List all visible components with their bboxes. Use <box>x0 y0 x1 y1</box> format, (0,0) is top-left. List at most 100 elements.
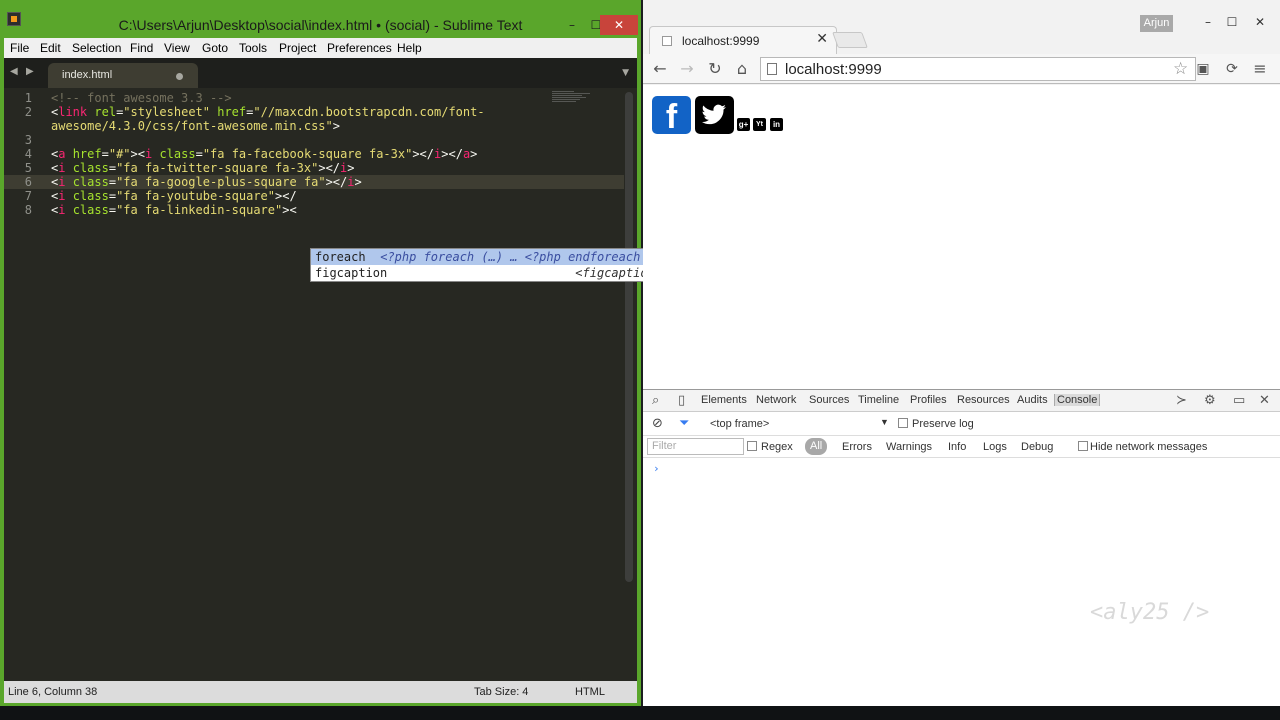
facebook-icon[interactable]: f <box>652 96 691 136</box>
minimap[interactable] <box>552 91 592 111</box>
google-plus-icon[interactable]: g+ <box>737 118 750 131</box>
menu-tools[interactable]: Tools <box>239 41 267 55</box>
regex-checkbox[interactable] <box>747 441 757 451</box>
devtools-tab-elements[interactable]: Elements <box>701 394 747 406</box>
code-token: >< <box>282 203 297 217</box>
console-filter-bar: Filter Regex All Errors Warnings Info Lo… <box>643 436 1280 458</box>
console-drawer-icon[interactable]: ≻ <box>1176 393 1187 408</box>
close-button[interactable]: ✕ <box>1245 15 1275 29</box>
menu-icon[interactable]: ≡ <box>1249 58 1271 80</box>
code-token: > <box>347 161 355 175</box>
menu-project[interactable]: Project <box>279 41 316 55</box>
menu-file[interactable]: File <box>10 41 29 55</box>
tab-overflow-icon[interactable]: ▼ <box>622 68 629 78</box>
devtools-tab-profiles[interactable]: Profiles <box>910 394 947 406</box>
chrome-titlebar[interactable]: localhost:9999 ✕ Arjun – ☐ ✕ <box>643 0 1280 54</box>
frame-dropdown-icon[interactable]: ▼ <box>880 417 889 427</box>
code-token: > <box>354 175 362 189</box>
clear-console-icon[interactable]: ⊘ <box>652 416 663 431</box>
page-info-icon[interactable] <box>767 63 777 75</box>
back-icon[interactable]: ← <box>649 58 671 80</box>
bookmark-star-icon[interactable]: ☆ <box>1173 59 1188 79</box>
dock-side-icon[interactable]: ▭ <box>1233 393 1245 408</box>
menu-edit[interactable]: Edit <box>40 41 61 55</box>
profile-button[interactable]: Arjun <box>1140 15 1173 32</box>
devtools-tab-network[interactable]: Network <box>756 394 796 406</box>
device-mode-icon[interactable]: ▯ <box>678 393 685 408</box>
preserve-log-checkbox[interactable] <box>898 418 908 428</box>
autocomplete-item-selected[interactable]: foreach <?php foreach (…) … <?php endfor… <box>311 249 666 265</box>
level-errors-button[interactable]: Errors <box>842 441 872 453</box>
reload-icon[interactable]: ↻ <box>704 58 726 80</box>
devtools-tab-audits[interactable]: Audits <box>1017 394 1048 406</box>
hide-network-checkbox[interactable] <box>1078 441 1088 451</box>
browser-tab[interactable]: localhost:9999 ✕ <box>649 26 837 54</box>
code-line-8: <i class="fa fa-linkedin-square">< <box>51 203 297 217</box>
devtools-tab-resources[interactable]: Resources <box>957 394 1010 406</box>
devtools-tab-console[interactable]: Console <box>1054 394 1101 406</box>
console-filter-input[interactable]: Filter <box>647 438 744 455</box>
menu-find[interactable]: Find <box>130 41 153 55</box>
editor-scrollbar[interactable] <box>625 92 633 582</box>
code-token: ></ <box>441 147 463 161</box>
level-all-button[interactable]: All <box>805 438 828 455</box>
tab-index-html[interactable]: index.html <box>48 63 198 88</box>
home-icon[interactable]: ⌂ <box>731 58 753 80</box>
line-number: 3 <box>24 133 32 147</box>
level-warnings-button[interactable]: Warnings <box>886 441 932 453</box>
code-token: "fa fa-linkedin-square" <box>116 203 283 217</box>
close-button[interactable]: ✕ <box>600 15 638 35</box>
menu-help[interactable]: Help <box>397 41 422 55</box>
frame-selector[interactable]: <top frame> <box>710 418 769 430</box>
code-token: = <box>108 161 117 175</box>
line-number: 6 <box>24 175 32 189</box>
tab-nav-right-icon[interactable]: ▶ <box>26 66 34 77</box>
unsaved-dot-icon[interactable] <box>176 73 183 80</box>
menu-goto[interactable]: Goto <box>202 41 228 55</box>
devtools-tab-sources[interactable]: Sources <box>809 394 849 406</box>
settings-gear-icon[interactable]: ⚙ <box>1204 393 1216 408</box>
tab-close-icon[interactable]: ✕ <box>816 31 828 47</box>
syntax-selector[interactable]: HTML <box>575 686 605 698</box>
forward-icon[interactable]: → <box>676 58 698 80</box>
code-token: "fa fa-twitter-square fa-3x" <box>116 161 319 175</box>
cursor-position: Line 6, Column 38 <box>8 686 98 698</box>
code-token: href <box>217 105 247 119</box>
level-logs-button[interactable]: Logs <box>983 441 1007 453</box>
level-debug-button[interactable]: Debug <box>1021 441 1053 453</box>
devtools-close-icon[interactable]: ✕ <box>1259 393 1270 408</box>
code-line-6: <i class="fa fa-google-plus-square fa"><… <box>51 175 362 189</box>
tab-nav-left-icon[interactable]: ◀ <box>10 66 18 77</box>
inspect-element-icon[interactable]: ⌕ <box>652 393 659 408</box>
tab-size-selector[interactable]: Tab Size: 4 <box>474 686 528 698</box>
youtube-icon[interactable]: Yt <box>753 118 766 131</box>
autocomplete-item[interactable]: figcaption <figcaption> <box>311 265 666 281</box>
sublime-titlebar[interactable]: C:\Users\Arjun\Desktop\social\index.html… <box>0 0 641 38</box>
twitter-bird-icon <box>702 104 726 125</box>
filter-icon[interactable]: ⏷ <box>679 416 689 431</box>
code-token: "fa fa-youtube-square" <box>116 189 276 203</box>
devtools-tab-timeline[interactable]: Timeline <box>858 394 899 406</box>
level-info-button[interactable]: Info <box>948 441 966 453</box>
menu-preferences[interactable]: Preferences <box>327 41 392 55</box>
page-favicon-icon <box>662 36 672 46</box>
maximize-button[interactable]: ☐ <box>1217 15 1247 29</box>
console-prompt[interactable]: › <box>653 462 660 475</box>
cast-icon[interactable]: ▣ <box>1192 58 1214 80</box>
code-editor[interactable]: 1 2 3 4 5 6 7 8 <!-- font awesome 3.3 --… <box>4 88 667 651</box>
chrome-window: localhost:9999 ✕ Arjun – ☐ ✕ ← → ↻ ⌂ loc… <box>643 0 1280 706</box>
menu-selection[interactable]: Selection <box>72 41 121 55</box>
linkedin-icon[interactable]: in <box>770 118 783 131</box>
menu-view[interactable]: View <box>164 41 190 55</box>
extension-icon[interactable]: ⟳ <box>1221 58 1243 80</box>
editor-frame: ◀ ▶ index.html ▼ 1 2 3 4 5 6 7 8 <!-- fo… <box>4 58 667 681</box>
code-token: rel <box>94 105 117 119</box>
new-tab-button[interactable] <box>832 32 868 48</box>
code-token: <!-- font awesome 3.3 --> <box>51 91 232 105</box>
line-number: 1 <box>24 91 32 105</box>
address-bar[interactable]: localhost:9999 ☆ <box>760 57 1196 81</box>
browser-toolbar: ← → ↻ ⌂ localhost:9999 ☆ ▣ ⟳ ≡ <box>643 54 1280 84</box>
code-line-7: <i class="fa fa-youtube-square"></ <box>51 189 297 203</box>
